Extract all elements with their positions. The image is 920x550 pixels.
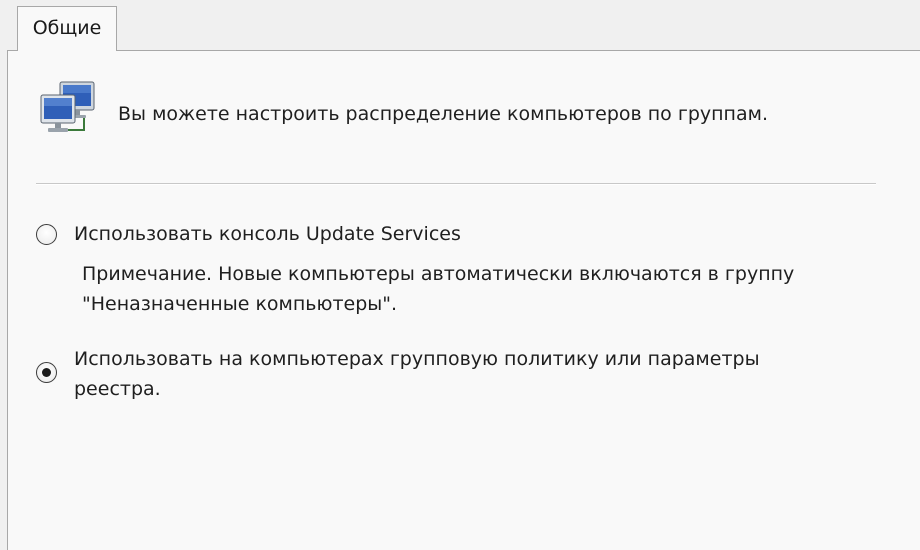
option-note-line1: Примечание. Новые компьютеры автоматичес… xyxy=(82,263,795,285)
section-divider xyxy=(36,183,876,185)
option-group-policy-label-line2[interactable]: реестра. xyxy=(74,374,161,404)
radio-update-services-console[interactable] xyxy=(36,224,57,245)
tab-general-label: Общие xyxy=(32,17,102,39)
tab-general[interactable]: Общие xyxy=(17,6,117,51)
radio-selected-dot xyxy=(42,368,51,377)
tab-strip xyxy=(0,0,920,50)
radio-group-policy-registry[interactable] xyxy=(36,362,57,383)
header-description: Вы можете настроить распределение компью… xyxy=(118,103,768,125)
option-group-policy-label-line1[interactable]: Использовать на компьютерах групповую по… xyxy=(74,344,760,374)
option-note-line2: "Неназначенные компьютеры". xyxy=(82,293,398,315)
network-computers-icon xyxy=(40,81,95,132)
option-update-services-console-label[interactable]: Использовать консоль Update Services xyxy=(74,219,461,249)
